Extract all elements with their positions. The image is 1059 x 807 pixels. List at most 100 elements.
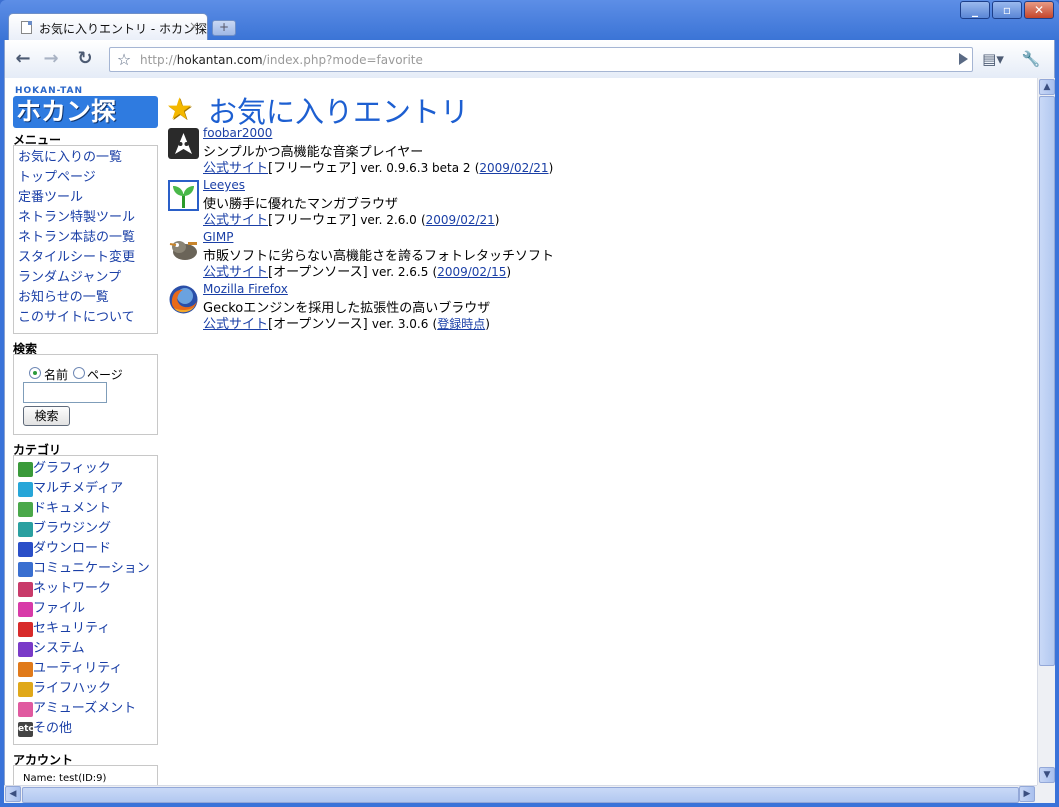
category-label[interactable]: コミュニケーション (33, 559, 150, 579)
entry-meta: 公式サイト[オープンソース] ver. 3.0.6 (登録時点) (203, 317, 490, 332)
category-item[interactable]: ファイル (18, 599, 157, 619)
scroll-left-icon[interactable]: ◀ (5, 786, 21, 802)
entry-meta: 公式サイト[オープンソース] ver. 2.6.5 (2009/02/15) (203, 265, 512, 280)
vertical-scroll-thumb[interactable] (1039, 96, 1055, 666)
address-bar[interactable]: ☆ http://hokantan.com/index.php?mode=fav… (109, 47, 973, 72)
entry-date-link[interactable]: 2009/02/21 (479, 161, 548, 175)
menu-item[interactable]: ランダムジャンプ (18, 268, 157, 288)
menu-item[interactable]: スタイルシート変更 (18, 248, 157, 268)
menu-item[interactable]: ネトラン特製ツール (18, 208, 157, 228)
lifehack-icon (18, 682, 33, 697)
category-item[interactable]: コミュニケーション (18, 559, 157, 579)
close-window-button[interactable]: ✕ (1024, 1, 1054, 19)
go-icon[interactable] (959, 53, 968, 65)
search-input[interactable] (23, 382, 107, 403)
firefox-icon[interactable] (168, 284, 199, 315)
category-label[interactable]: アミューズメント (33, 699, 136, 719)
back-icon[interactable]: ← (11, 48, 35, 70)
category-item[interactable]: ライフハック (18, 679, 157, 699)
search-button[interactable]: 検索 (23, 406, 70, 426)
category-label[interactable]: その他 (33, 719, 72, 739)
leeyes-icon[interactable] (168, 180, 199, 211)
category-label[interactable]: システム (33, 639, 85, 659)
category-label[interactable]: マルチメディア (33, 479, 123, 499)
category-label[interactable]: ユーティリティ (33, 659, 122, 679)
category-label[interactable]: セキュリティ (33, 619, 110, 639)
foobar2000-icon[interactable] (168, 128, 199, 159)
entry-name-link[interactable]: Leeyes (203, 178, 245, 192)
bookmark-star-icon[interactable]: ☆ (114, 50, 134, 70)
menu-item[interactable]: お気に入りの一覧 (18, 148, 157, 168)
menu-item[interactable]: このサイトについて (18, 308, 157, 328)
category-item[interactable]: ネットワーク (18, 579, 157, 599)
favorite-entry: Mozilla Firefox Geckoエンジンを採用した拡張性の高いブラウザ公… (168, 282, 768, 332)
entry-license: [フリーウェア] (268, 161, 357, 176)
page-menu-icon[interactable]: ▤▾ (981, 48, 1005, 70)
scroll-right-icon[interactable]: ▶ (1019, 786, 1035, 802)
official-site-link[interactable]: 公式サイト (203, 265, 268, 280)
official-site-link[interactable]: 公式サイト (203, 213, 268, 228)
new-tab-button[interactable]: + (212, 20, 236, 36)
category-item[interactable]: ブラウジング (18, 519, 157, 539)
category-item[interactable]: システム (18, 639, 157, 659)
category-label[interactable]: ネットワーク (33, 579, 111, 599)
page-title: お気に入りエントリ (208, 95, 470, 129)
page-icon (21, 21, 32, 34)
category-label[interactable]: グラフィック (33, 459, 111, 479)
official-site-link[interactable]: 公式サイト (203, 161, 268, 176)
category-label[interactable]: ファイル (33, 599, 85, 619)
entry-version: ver. 0.9.6.3 beta 2 (360, 161, 471, 175)
category-item[interactable]: ダウンロード (18, 539, 157, 559)
horizontal-scroll-thumb[interactable] (22, 787, 1019, 803)
entry-version: ver. 3.0.6 (371, 317, 429, 331)
etc-icon: etc (18, 722, 34, 737)
entry-meta: 公式サイト[フリーウェア] ver. 0.9.6.3 beta 2 (2009/… (203, 161, 554, 176)
category-item[interactable]: セキュリティ (18, 619, 157, 639)
entry-date-link[interactable]: 登録時点 (437, 317, 485, 331)
menu-item[interactable]: 定番ツール (18, 188, 157, 208)
category-item[interactable]: etc その他 (18, 719, 157, 739)
official-site-link[interactable]: 公式サイト (203, 317, 268, 332)
favorite-entry: foobar2000 シンプルかつ高機能な音楽プレイヤー 公式サイト[フリーウェア]… (168, 126, 768, 176)
entry-name-link[interactable]: GIMP (203, 230, 233, 244)
radio-name[interactable] (29, 367, 41, 379)
entry-date-link[interactable]: 2009/02/21 (426, 213, 495, 227)
tab-favorites[interactable]: お気に入りエントリ - ホカン探 × (8, 13, 208, 41)
entry-meta: 公式サイト[フリーウェア] ver. 2.6.0 (2009/02/21) (203, 213, 500, 228)
communication-icon (18, 562, 33, 577)
menu-item[interactable]: トップページ (18, 168, 157, 188)
tab-close-icon[interactable]: × (189, 19, 199, 33)
menu-item[interactable]: お知らせの一覧 (18, 288, 157, 308)
category-item[interactable]: ユーティリティ (18, 659, 157, 679)
download-icon (18, 542, 33, 557)
reload-icon[interactable]: ↻ (73, 48, 97, 70)
category-label[interactable]: ブラウジング (33, 519, 111, 539)
gimp-icon[interactable] (168, 232, 199, 263)
maximize-button[interactable]: ▫ (992, 1, 1022, 19)
toolbar: ← → ↻ ☆ http://hokantan.com/index.php?mo… (4, 40, 1055, 90)
forward-icon[interactable]: → (39, 48, 63, 70)
radio-page[interactable] (73, 367, 85, 379)
category-item[interactable]: ドキュメント (18, 499, 157, 519)
category-label[interactable]: ダウンロード (33, 539, 111, 559)
wrench-menu-icon[interactable]: 🔧▾ (1019, 48, 1043, 90)
category-label[interactable]: ライフハック (33, 679, 111, 699)
category-item[interactable]: アミューズメント (18, 699, 157, 719)
category-item[interactable]: マルチメディア (18, 479, 157, 499)
entry-date-link[interactable]: 2009/02/15 (437, 265, 506, 279)
browser-window: お気に入りエントリ - ホカン探 × + _ ▫ ✕ ← → ↻ ☆ http:… (0, 0, 1059, 807)
category-list: グラフィック マルチメディア ドキュメント ブラウジング ダウンロード コミュニケーション… (13, 455, 158, 745)
menu-item[interactable]: ネトラン本誌の一覧 (18, 228, 157, 248)
account-name: Name: test(ID:9) (23, 773, 107, 784)
category-item[interactable]: グラフィック (18, 459, 157, 479)
horizontal-scrollbar[interactable]: ◀ ▶ (4, 785, 1037, 803)
category-label[interactable]: ドキュメント (33, 499, 111, 519)
entry-name-link[interactable]: foobar2000 (203, 126, 272, 140)
scroll-down-icon[interactable]: ▼ (1039, 767, 1055, 783)
minimize-button[interactable]: _ (960, 1, 990, 19)
vertical-scrollbar[interactable]: ▲ ▼ (1037, 78, 1055, 785)
entry-name-link[interactable]: Mozilla Firefox (203, 282, 288, 296)
scroll-up-icon[interactable]: ▲ (1039, 79, 1055, 95)
tab-title: お気に入りエントリ - ホカン探 (39, 22, 207, 36)
site-logo[interactable]: HOKAN-TAN ホカン探 (13, 86, 158, 130)
